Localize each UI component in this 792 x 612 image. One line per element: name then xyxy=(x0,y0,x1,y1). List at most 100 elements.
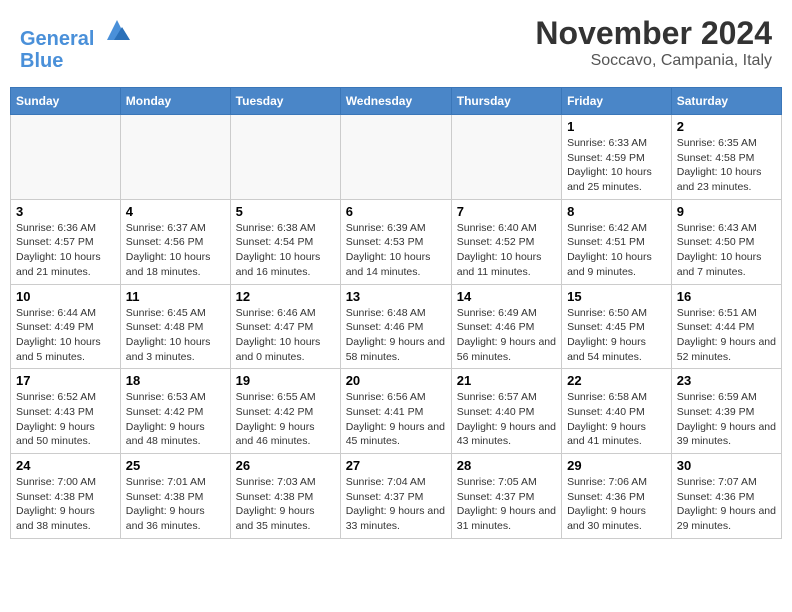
calendar-cell: 11 Sunrise: 6:45 AMSunset: 4:48 PMDayligh… xyxy=(120,284,230,369)
calendar-week-1: 1 Sunrise: 6:33 AMSunset: 4:59 PMDaylight… xyxy=(11,115,782,200)
calendar-cell: 29 Sunrise: 7:06 AMSunset: 4:36 PMDayligh… xyxy=(562,454,672,539)
day-info: Sunrise: 6:45 AMSunset: 4:48 PMDaylight:… xyxy=(126,306,225,365)
day-info: Sunrise: 7:00 AMSunset: 4:38 PMDaylight:… xyxy=(16,475,115,534)
day-info: Sunrise: 6:55 AMSunset: 4:42 PMDaylight:… xyxy=(236,390,335,449)
day-number: 11 xyxy=(126,289,225,304)
day-number: 28 xyxy=(457,458,556,473)
day-info: Sunrise: 6:56 AMSunset: 4:41 PMDaylight:… xyxy=(346,390,446,449)
day-number: 9 xyxy=(677,204,776,219)
day-number: 6 xyxy=(346,204,446,219)
day-number: 21 xyxy=(457,373,556,388)
day-number: 13 xyxy=(346,289,446,304)
calendar-cell: 22Sunrise: 6:58 AMSunset: 4:40 PMDayligh… xyxy=(562,369,672,454)
day-info: Sunrise: 6:33 AMSunset: 4:59 PMDaylight:… xyxy=(567,136,666,195)
calendar-cell: 14 Sunrise: 6:49 AMSunset: 4:46 PMDayligh… xyxy=(451,284,561,369)
day-info: Sunrise: 6:50 AMSunset: 4:45 PMDaylight:… xyxy=(567,306,666,365)
day-info: Sunrise: 7:04 AMSunset: 4:37 PMDaylight:… xyxy=(346,475,446,534)
location: Soccavo, Campania, Italy xyxy=(535,52,772,70)
title-section: November 2024 Soccavo, Campania, Italy xyxy=(535,15,772,70)
calendar-cell: 23 Sunrise: 6:59 AMSunset: 4:39 PMDayligh… xyxy=(671,369,781,454)
logo-text: General xyxy=(20,15,132,50)
day-info: Sunrise: 7:01 AMSunset: 4:38 PMDaylight:… xyxy=(126,475,225,534)
day-info: Sunrise: 6:48 AMSunset: 4:46 PMDaylight:… xyxy=(346,306,446,365)
day-info: Sunrise: 6:38 AMSunset: 4:54 PMDaylight:… xyxy=(236,221,335,280)
weekday-header-friday: Friday xyxy=(562,88,672,115)
calendar-cell: 5 Sunrise: 6:38 AMSunset: 4:54 PMDaylight… xyxy=(230,199,340,284)
calendar-cell: 18Sunrise: 6:53 AMSunset: 4:42 PMDayligh… xyxy=(120,369,230,454)
day-number: 5 xyxy=(236,204,335,219)
calendar-cell: 12 Sunrise: 6:46 AMSunset: 4:47 PMDayligh… xyxy=(230,284,340,369)
calendar-cell: 21 Sunrise: 6:57 AMSunset: 4:40 PMDayligh… xyxy=(451,369,561,454)
calendar-cell: 16 Sunrise: 6:51 AMSunset: 4:44 PMDayligh… xyxy=(671,284,781,369)
day-number: 30 xyxy=(677,458,776,473)
calendar-cell: 6 Sunrise: 6:39 AMSunset: 4:53 PMDaylight… xyxy=(340,199,451,284)
day-info: Sunrise: 6:53 AMSunset: 4:42 PMDaylight:… xyxy=(126,390,225,449)
calendar-cell: 13 Sunrise: 6:48 AMSunset: 4:46 PMDayligh… xyxy=(340,284,451,369)
day-info: Sunrise: 6:42 AMSunset: 4:51 PMDaylight:… xyxy=(567,221,666,280)
day-number: 17 xyxy=(16,373,115,388)
day-info: Sunrise: 6:44 AMSunset: 4:49 PMDaylight:… xyxy=(16,306,115,365)
month-title: November 2024 xyxy=(535,15,772,52)
day-info: Sunrise: 6:59 AMSunset: 4:39 PMDaylight:… xyxy=(677,390,776,449)
calendar-cell xyxy=(120,115,230,200)
calendar-cell xyxy=(451,115,561,200)
weekday-header-thursday: Thursday xyxy=(451,88,561,115)
day-number: 16 xyxy=(677,289,776,304)
calendar-cell: 1 Sunrise: 6:33 AMSunset: 4:59 PMDaylight… xyxy=(562,115,672,200)
day-info: Sunrise: 6:52 AMSunset: 4:43 PMDaylight:… xyxy=(16,390,115,449)
weekday-header-monday: Monday xyxy=(120,88,230,115)
calendar-cell: 15 Sunrise: 6:50 AMSunset: 4:45 PMDayligh… xyxy=(562,284,672,369)
day-info: Sunrise: 7:06 AMSunset: 4:36 PMDaylight:… xyxy=(567,475,666,534)
weekday-header-tuesday: Tuesday xyxy=(230,88,340,115)
day-number: 7 xyxy=(457,204,556,219)
day-number: 23 xyxy=(677,373,776,388)
calendar-table: SundayMondayTuesdayWednesdayThursdayFrid… xyxy=(10,87,782,539)
day-number: 12 xyxy=(236,289,335,304)
calendar-cell: 25Sunrise: 7:01 AMSunset: 4:38 PMDayligh… xyxy=(120,454,230,539)
day-info: Sunrise: 6:39 AMSunset: 4:53 PMDaylight:… xyxy=(346,221,446,280)
day-info: Sunrise: 6:35 AMSunset: 4:58 PMDaylight:… xyxy=(677,136,776,195)
day-info: Sunrise: 6:57 AMSunset: 4:40 PMDaylight:… xyxy=(457,390,556,449)
logo-blue: Blue xyxy=(20,50,132,72)
day-number: 24 xyxy=(16,458,115,473)
calendar-cell: 2 Sunrise: 6:35 AMSunset: 4:58 PMDaylight… xyxy=(671,115,781,200)
calendar-cell: 17 Sunrise: 6:52 AMSunset: 4:43 PMDayligh… xyxy=(11,369,121,454)
day-number: 20 xyxy=(346,373,446,388)
day-info: Sunrise: 6:46 AMSunset: 4:47 PMDaylight:… xyxy=(236,306,335,365)
calendar-cell: 4 Sunrise: 6:37 AMSunset: 4:56 PMDaylight… xyxy=(120,199,230,284)
day-info: Sunrise: 6:49 AMSunset: 4:46 PMDaylight:… xyxy=(457,306,556,365)
day-number: 2 xyxy=(677,119,776,134)
day-number: 22 xyxy=(567,373,666,388)
day-number: 15 xyxy=(567,289,666,304)
day-info: Sunrise: 7:07 AMSunset: 4:36 PMDaylight:… xyxy=(677,475,776,534)
day-number: 29 xyxy=(567,458,666,473)
calendar-cell: 8 Sunrise: 6:42 AMSunset: 4:51 PMDaylight… xyxy=(562,199,672,284)
calendar-cell: 20 Sunrise: 6:56 AMSunset: 4:41 PMDayligh… xyxy=(340,369,451,454)
page-header: General Blue November 2024 Soccavo, Camp… xyxy=(10,10,782,77)
calendar-cell: 7 Sunrise: 6:40 AMSunset: 4:52 PMDaylight… xyxy=(451,199,561,284)
calendar-week-2: 3Sunrise: 6:36 AMSunset: 4:57 PMDaylight… xyxy=(11,199,782,284)
calendar-cell: 30 Sunrise: 7:07 AMSunset: 4:36 PMDayligh… xyxy=(671,454,781,539)
weekday-header-saturday: Saturday xyxy=(671,88,781,115)
day-number: 8 xyxy=(567,204,666,219)
day-number: 1 xyxy=(567,119,666,134)
calendar-cell: 9 Sunrise: 6:43 AMSunset: 4:50 PMDaylight… xyxy=(671,199,781,284)
logo-icon xyxy=(102,15,132,45)
day-info: Sunrise: 6:51 AMSunset: 4:44 PMDaylight:… xyxy=(677,306,776,365)
day-number: 27 xyxy=(346,458,446,473)
day-info: Sunrise: 6:40 AMSunset: 4:52 PMDaylight:… xyxy=(457,221,556,280)
calendar-cell xyxy=(230,115,340,200)
day-number: 3 xyxy=(16,204,115,219)
day-number: 4 xyxy=(126,204,225,219)
day-info: Sunrise: 6:43 AMSunset: 4:50 PMDaylight:… xyxy=(677,221,776,280)
calendar-cell: 24 Sunrise: 7:00 AMSunset: 4:38 PMDayligh… xyxy=(11,454,121,539)
calendar-cell xyxy=(340,115,451,200)
day-info: Sunrise: 7:03 AMSunset: 4:38 PMDaylight:… xyxy=(236,475,335,534)
day-number: 14 xyxy=(457,289,556,304)
calendar-cell: 27 Sunrise: 7:04 AMSunset: 4:37 PMDayligh… xyxy=(340,454,451,539)
weekday-header-wednesday: Wednesday xyxy=(340,88,451,115)
weekday-header-sunday: Sunday xyxy=(11,88,121,115)
calendar-week-5: 24 Sunrise: 7:00 AMSunset: 4:38 PMDayligh… xyxy=(11,454,782,539)
day-info: Sunrise: 6:37 AMSunset: 4:56 PMDaylight:… xyxy=(126,221,225,280)
day-number: 10 xyxy=(16,289,115,304)
